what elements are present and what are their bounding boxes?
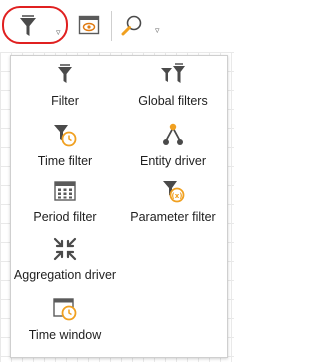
- menu-item-label: Time filter: [37, 154, 93, 168]
- parameter-filter-icon: (x): [163, 181, 185, 203]
- search-dropdown-button[interactable]: [120, 14, 144, 38]
- menu-item-filter[interactable]: Filter: [11, 58, 119, 118]
- menu-item-parameter-filter[interactable]: (x) Parameter filter: [119, 174, 227, 234]
- menu-item-label: Period filter: [33, 210, 97, 224]
- aggregation-driver-icon: [53, 237, 77, 261]
- menu-item-period-filter[interactable]: Period filter: [11, 174, 119, 234]
- view-window-button[interactable]: [78, 14, 100, 36]
- menu-item-aggregation-driver[interactable]: Aggregation driver: [11, 232, 119, 292]
- view-window-icon: [78, 15, 100, 35]
- filter-icon: [20, 15, 36, 36]
- toolbar-separator: [111, 11, 112, 41]
- time-filter-icon: [54, 125, 77, 147]
- period-filter-icon: [54, 181, 76, 201]
- menu-item-label: Global filters: [138, 94, 208, 108]
- entity-driver-icon: [163, 123, 183, 145]
- menu-item-label: Entity driver: [140, 154, 206, 168]
- magnifier-icon: [121, 15, 142, 36]
- time-window-icon: [53, 298, 77, 321]
- menu-item-label: Filter: [51, 94, 79, 108]
- chevron-down-icon[interactable]: ▿: [155, 25, 160, 36]
- global-filters-icon: [161, 63, 185, 83]
- menu-item-entity-driver[interactable]: Entity driver: [119, 118, 227, 178]
- menu-item-label: Aggregation driver: [13, 268, 117, 282]
- menu-item-global-filters[interactable]: Global filters: [119, 58, 227, 118]
- menu-item-time-filter[interactable]: Time filter: [11, 118, 119, 178]
- menu-item-label: Parameter filter: [130, 210, 216, 224]
- menu-item-time-window[interactable]: Time window: [11, 292, 119, 352]
- toolbar: ▿ ▿: [0, 0, 234, 52]
- svg-text:(x): (x): [172, 192, 183, 200]
- filter-icon: [58, 64, 72, 83]
- filter-dropdown-button[interactable]: ▿: [0, 6, 70, 44]
- chevron-down-icon: ▿: [56, 27, 61, 37]
- filter-dropdown-menu: Filter Global filters Time filter Entity…: [10, 55, 228, 358]
- menu-item-label: Time window: [28, 328, 102, 342]
